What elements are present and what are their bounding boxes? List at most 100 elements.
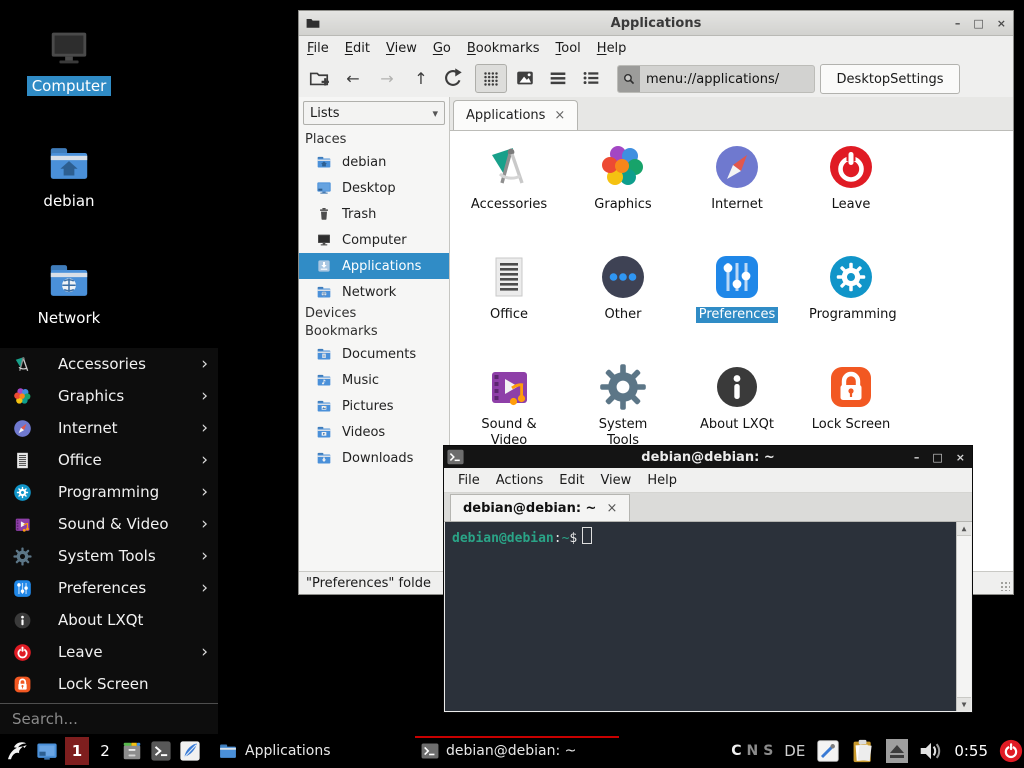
workspace-2-button[interactable]: 2 (96, 737, 114, 765)
terminal-titlebar[interactable]: debian@debian: ~ – □ × (444, 446, 972, 468)
file-manager-launcher[interactable] (121, 740, 143, 762)
sidebar-item-videos[interactable]: Videos (299, 419, 449, 445)
menu-go[interactable]: Go (425, 38, 459, 59)
desktop-icon-debian[interactable]: debian (17, 140, 121, 211)
minimize-button[interactable]: – (955, 18, 961, 29)
clipboard-tray-icon[interactable] (851, 739, 875, 763)
desktop-icon-computer[interactable]: Computer (17, 25, 121, 96)
address-text: menu://applications/ (640, 72, 779, 87)
sidebar-item-applications[interactable]: Applications (299, 253, 449, 279)
menu-help[interactable]: Help (589, 38, 635, 59)
sidebar-mode-select[interactable]: Lists ▾ (303, 101, 445, 125)
tab-close-icon[interactable]: × (554, 108, 565, 123)
terminal-scrollbar[interactable]: ▲ ▼ (956, 522, 971, 711)
minimize-button[interactable]: – (914, 452, 920, 463)
app-item-office[interactable]: Office (452, 249, 566, 359)
menu-help[interactable]: Help (639, 470, 685, 491)
thumbnail-view-button[interactable] (513, 66, 537, 90)
sidebar-item-pictures[interactable]: Pictures (299, 393, 449, 419)
app-item-graphics[interactable]: Graphics (566, 139, 680, 249)
menu-item-programming[interactable]: Programming › (0, 476, 218, 508)
active-task-indicator (415, 736, 619, 738)
icon-view-button[interactable] (475, 64, 507, 93)
sidebar-item-music[interactable]: Music (299, 367, 449, 393)
removable-media-icon[interactable] (886, 739, 908, 763)
power-button[interactable] (999, 739, 1023, 763)
lock-screen-icon (827, 363, 875, 411)
app-item-other[interactable]: Other (566, 249, 680, 359)
volume-icon[interactable] (919, 739, 943, 763)
app-item-preferences[interactable]: Preferences (680, 249, 794, 359)
terminal-output[interactable]: debian@debian:~$ ▲ ▼ (445, 522, 971, 711)
app-item-accessories[interactable]: Accessories (452, 139, 566, 249)
show-desktop-button[interactable] (36, 740, 58, 762)
app-item-leave[interactable]: Leave (794, 139, 908, 249)
scroll-down-icon[interactable]: ▼ (957, 697, 971, 711)
forward-button[interactable]: → (375, 66, 399, 90)
menu-item-accessories[interactable]: Accessories › (0, 348, 218, 380)
chevron-down-icon: ▾ (432, 107, 438, 120)
submenu-arrow-icon: › (201, 484, 208, 501)
up-button[interactable]: ↑ (409, 66, 433, 90)
app-item-programming[interactable]: Programming (794, 249, 908, 359)
start-menu-button[interactable] (5, 739, 29, 763)
internet-icon (13, 419, 32, 438)
menu-edit[interactable]: Edit (337, 38, 378, 59)
menu-view[interactable]: View (378, 38, 425, 59)
refresh-button[interactable] (441, 66, 465, 90)
menu-file[interactable]: File (299, 38, 337, 59)
menu-item-office[interactable]: Office › (0, 444, 218, 476)
maximize-button[interactable]: □ (973, 18, 983, 29)
menu-file[interactable]: File (450, 470, 488, 491)
close-button[interactable]: × (997, 18, 1006, 29)
desktop-settings-button[interactable]: DesktopSettings (820, 64, 960, 94)
fm-titlebar[interactable]: Applications – □ × (299, 11, 1013, 36)
menu-item-preferences[interactable]: Preferences › (0, 572, 218, 604)
sidebar-item-computer[interactable]: Computer (299, 227, 449, 253)
tab-close-icon[interactable]: × (606, 501, 617, 516)
menu-item-internet[interactable]: Internet › (0, 412, 218, 444)
menu-actions[interactable]: Actions (488, 470, 552, 491)
keyboard-layout-indicator[interactable]: DE (784, 742, 805, 760)
menu-item-sound-video[interactable]: Sound & Video › (0, 508, 218, 540)
sidebar-item-documents[interactable]: Documents (299, 341, 449, 367)
menu-item-leave[interactable]: Leave › (0, 636, 218, 668)
new-tab-button[interactable] (307, 66, 331, 90)
menu-item-about-lxqt[interactable]: About LXQt (0, 604, 218, 636)
menu-item-system-tools[interactable]: System Tools › (0, 540, 218, 572)
app-item-internet[interactable]: Internet (680, 139, 794, 249)
desktop-icon-network[interactable]: Network (17, 257, 121, 328)
address-bar[interactable]: menu://applications/ (617, 65, 815, 93)
computer-icon (46, 25, 92, 71)
maximize-button[interactable]: □ (932, 452, 942, 463)
folder-music-icon (316, 372, 332, 388)
tab-applications[interactable]: Applications × (453, 100, 578, 130)
taskbar-task-applications[interactable]: Applications (212, 736, 408, 766)
featherpad-launcher[interactable] (179, 740, 201, 762)
menu-item-lock-screen[interactable]: Lock Screen (0, 668, 218, 700)
start-menu-search-input[interactable]: Search... (0, 703, 218, 734)
detailed-view-button[interactable] (579, 66, 603, 90)
clock[interactable]: 0:55 (954, 742, 988, 760)
sidebar-item-desktop[interactable]: Desktop (299, 175, 449, 201)
menu-tool[interactable]: Tool (548, 38, 589, 59)
workspace-1-button[interactable]: 1 (65, 737, 89, 765)
menu-bookmarks[interactable]: Bookmarks (459, 38, 548, 59)
num-lock-indicator: N (746, 743, 758, 759)
sidebar-item-downloads[interactable]: Downloads (299, 445, 449, 471)
compact-view-button[interactable] (546, 66, 570, 90)
back-button[interactable]: ← (341, 66, 365, 90)
close-button[interactable]: × (956, 452, 965, 463)
scroll-up-icon[interactable]: ▲ (957, 522, 971, 536)
resize-grip[interactable] (1000, 581, 1010, 591)
menu-item-graphics[interactable]: Graphics › (0, 380, 218, 412)
sidebar-item-trash[interactable]: Trash (299, 201, 449, 227)
tab-terminal-session[interactable]: debian@debian: ~ × (450, 494, 630, 521)
menu-edit[interactable]: Edit (551, 470, 592, 491)
terminal-launcher[interactable] (150, 740, 172, 762)
screenshot-tray-icon[interactable] (816, 739, 840, 763)
menu-view[interactable]: View (592, 470, 639, 491)
sidebar-item-debian[interactable]: debian (299, 149, 449, 175)
sidebar-item-network[interactable]: Network (299, 279, 449, 305)
taskbar-task-terminal[interactable]: debian@debian: ~ (415, 736, 619, 766)
